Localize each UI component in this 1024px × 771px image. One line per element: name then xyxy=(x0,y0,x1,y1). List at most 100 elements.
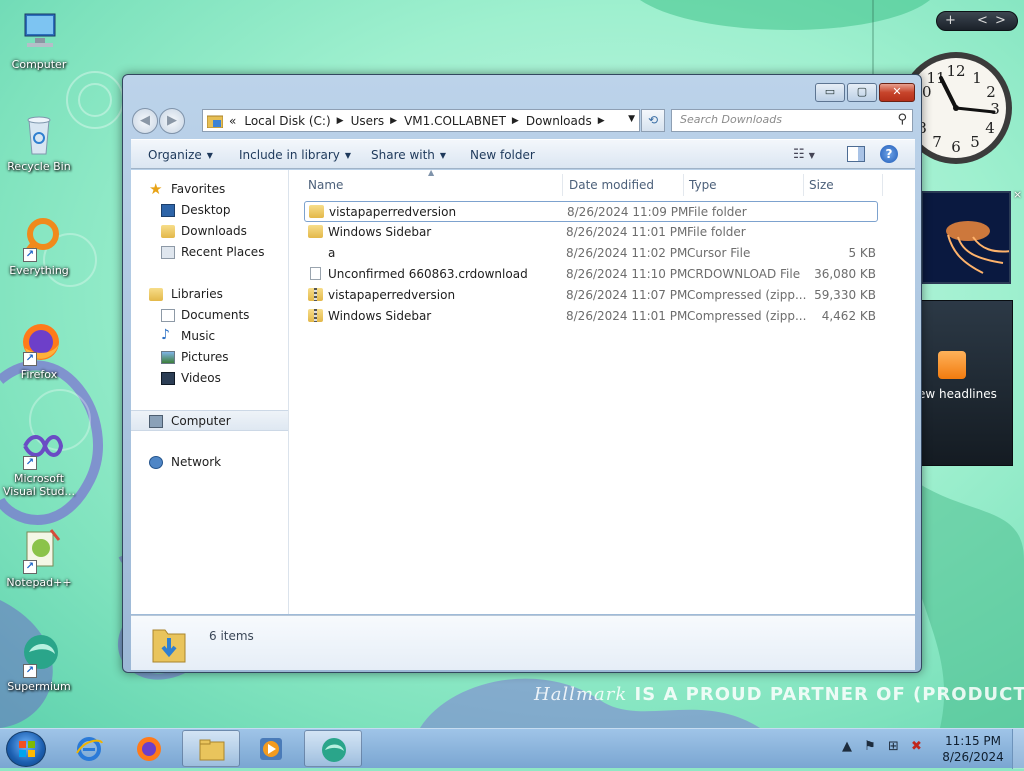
desktop-icon-visual-studio[interactable]: ↗ Microsoft Visual Stud... xyxy=(2,422,76,498)
show-desktop-button[interactable] xyxy=(1012,729,1024,769)
column-header-type[interactable]: Type xyxy=(689,178,717,192)
breadcrumb-separator-icon[interactable]: ▶ xyxy=(512,116,519,126)
preview-pane-button[interactable] xyxy=(847,146,865,162)
desktop-icon-supermium[interactable]: ↗ Supermium xyxy=(2,630,76,693)
nav-label: Videos xyxy=(181,371,221,385)
forward-button[interactable]: ▶ xyxy=(159,108,185,134)
file-row[interactable]: a 8/26/2024 11:02 PM Cursor File 5 KB xyxy=(304,243,878,264)
breadcrumb-separator-icon[interactable]: ▶ xyxy=(598,116,605,126)
new-folder-button[interactable]: New folder xyxy=(470,148,535,162)
explorer-window[interactable]: ▭ ▢ ✕ ◀ ▶ « Local Disk (C:) ▶ Users ▶ VM… xyxy=(122,74,922,673)
music-note-icon: ♪ xyxy=(161,327,170,343)
search-icon[interactable]: ⚲ xyxy=(897,112,907,127)
file-date: 8/26/2024 11:07 PM xyxy=(566,288,688,302)
file-row[interactable]: vistapaperredversion 8/26/2024 11:07 PM … xyxy=(304,285,878,306)
desktop-icon xyxy=(161,204,175,217)
volume-muted-icon[interactable]: ✖ xyxy=(911,739,922,754)
gadget-next-button[interactable]: > xyxy=(995,13,1006,28)
media-player-icon xyxy=(260,738,282,760)
nav-pictures[interactable]: Pictures xyxy=(131,347,288,368)
file-size: 36,080 KB xyxy=(814,267,876,281)
breadcrumb-downloads[interactable]: Downloads xyxy=(526,114,592,128)
taskbar-windows-explorer[interactable] xyxy=(182,730,240,767)
folder-icon xyxy=(207,115,223,128)
nav-recent-places[interactable]: Recent Places xyxy=(131,242,288,263)
taskbar-media-player[interactable] xyxy=(242,730,300,767)
column-divider[interactable] xyxy=(683,174,684,196)
nav-label: Recent Places xyxy=(181,245,265,259)
maximize-button[interactable]: ▢ xyxy=(847,83,877,102)
file-row[interactable]: Windows Sidebar 8/26/2024 11:01 PM Compr… xyxy=(304,306,878,327)
taskbar-internet-explorer[interactable] xyxy=(60,730,118,767)
nav-music[interactable]: ♪ Music xyxy=(131,326,288,347)
show-hidden-icons-icon[interactable]: ▲ xyxy=(842,739,852,754)
nav-label: Libraries xyxy=(171,287,223,301)
taskbar: ▲ ⚑ ⊞ ✖ 11:15 PM 8/26/2024 xyxy=(0,728,1024,769)
desktop-icon-computer[interactable]: Computer xyxy=(2,8,76,71)
file-size: 5 KB xyxy=(848,246,876,260)
firefox-icon: ↗ xyxy=(15,318,63,366)
change-view-button[interactable]: ☷ ▼ xyxy=(793,147,815,162)
column-header-name[interactable]: Name xyxy=(308,178,343,192)
file-type: File folder xyxy=(687,225,746,239)
column-divider[interactable] xyxy=(882,174,883,196)
back-button[interactable]: ◀ xyxy=(132,108,158,134)
breadcrumb-overflow[interactable]: « xyxy=(229,114,236,128)
breadcrumb-user-folder[interactable]: VM1.COLLABNET xyxy=(404,114,506,128)
column-divider[interactable] xyxy=(562,174,563,196)
desktop-icon-notepadpp[interactable]: ↗ Notepad++ xyxy=(2,526,76,589)
start-button[interactable] xyxy=(6,731,46,767)
taskbar-firefox[interactable] xyxy=(120,730,178,767)
file-name: a xyxy=(328,246,336,260)
feed-headlines-gadget[interactable]: ew headlines xyxy=(918,300,1013,466)
column-header-size[interactable]: Size xyxy=(809,178,834,192)
gadget-close-icon[interactable]: × xyxy=(1013,188,1022,201)
column-divider[interactable] xyxy=(803,174,804,196)
network-status-icon[interactable]: ⊞ xyxy=(888,739,899,754)
search-placeholder: Search Downloads xyxy=(680,113,782,126)
clock-numeral: 6 xyxy=(951,138,961,156)
breadcrumb-separator-icon[interactable]: ▶ xyxy=(337,116,344,126)
file-date: 8/26/2024 11:01 PM xyxy=(566,225,688,239)
search-input[interactable]: Search Downloads ⚲ xyxy=(671,109,913,132)
slideshow-gadget[interactable] xyxy=(921,191,1011,284)
desktop-icon-everything[interactable]: ↗ Everything xyxy=(2,214,76,277)
nav-favorites[interactable]: ★ Favorites xyxy=(131,179,288,200)
shortcut-arrow-icon: ↗ xyxy=(23,560,37,574)
taskbar-clock[interactable]: 11:15 PM 8/26/2024 xyxy=(938,733,1008,765)
breadcrumb-separator-icon[interactable]: ▶ xyxy=(390,116,397,126)
nav-libraries[interactable]: Libraries xyxy=(131,284,288,305)
organize-button[interactable]: Organize ▼ xyxy=(148,148,213,162)
minimize-button[interactable]: ▭ xyxy=(815,83,845,102)
file-date: 8/26/2024 11:01 PM xyxy=(566,309,688,323)
file-row[interactable]: Unconfirmed 660863.crdownload 8/26/2024 … xyxy=(304,264,878,285)
add-gadget-button[interactable]: + xyxy=(945,13,956,28)
action-center-flag-icon[interactable]: ⚑ xyxy=(864,739,876,754)
file-row[interactable]: vistapaperredversion 8/26/2024 11:09 PM … xyxy=(304,201,878,222)
desktop-icon-firefox[interactable]: ↗ Firefox xyxy=(2,318,76,381)
file-icon xyxy=(310,267,321,280)
nav-downloads[interactable]: Downloads xyxy=(131,221,288,242)
close-button[interactable]: ✕ xyxy=(879,83,915,102)
help-button[interactable]: ? xyxy=(880,145,898,163)
share-with-button[interactable]: Share with ▼ xyxy=(371,148,446,162)
gadget-prev-button[interactable]: < xyxy=(977,13,988,28)
nav-documents[interactable]: Documents xyxy=(131,305,288,326)
column-header-date-modified[interactable]: Date modified xyxy=(569,178,654,192)
address-dropdown-icon[interactable]: ▼ xyxy=(628,114,635,124)
nav-videos[interactable]: Videos xyxy=(131,368,288,389)
taskbar-supermium[interactable] xyxy=(304,730,362,767)
nav-desktop[interactable]: Desktop xyxy=(131,200,288,221)
breadcrumb-local-disk[interactable]: Local Disk (C:) xyxy=(244,114,330,128)
desktop-icon-label: Supermium xyxy=(7,680,71,693)
desktop-icon-recycle-bin[interactable]: Recycle Bin xyxy=(2,110,76,173)
address-bar[interactable]: « Local Disk (C:) ▶ Users ▶ VM1.COLLABNE… xyxy=(202,109,640,132)
file-date: 8/26/2024 11:10 PM xyxy=(566,267,688,281)
file-row[interactable]: Windows Sidebar 8/26/2024 11:01 PM File … xyxy=(304,222,878,243)
nav-network[interactable]: Network xyxy=(131,452,288,473)
breadcrumb-users[interactable]: Users xyxy=(351,114,385,128)
supermium-icon: ↗ xyxy=(15,630,63,678)
refresh-button[interactable]: ⟲ xyxy=(641,109,665,132)
include-in-library-button[interactable]: Include in library ▼ xyxy=(239,148,351,162)
nav-computer[interactable]: Computer xyxy=(131,410,288,431)
